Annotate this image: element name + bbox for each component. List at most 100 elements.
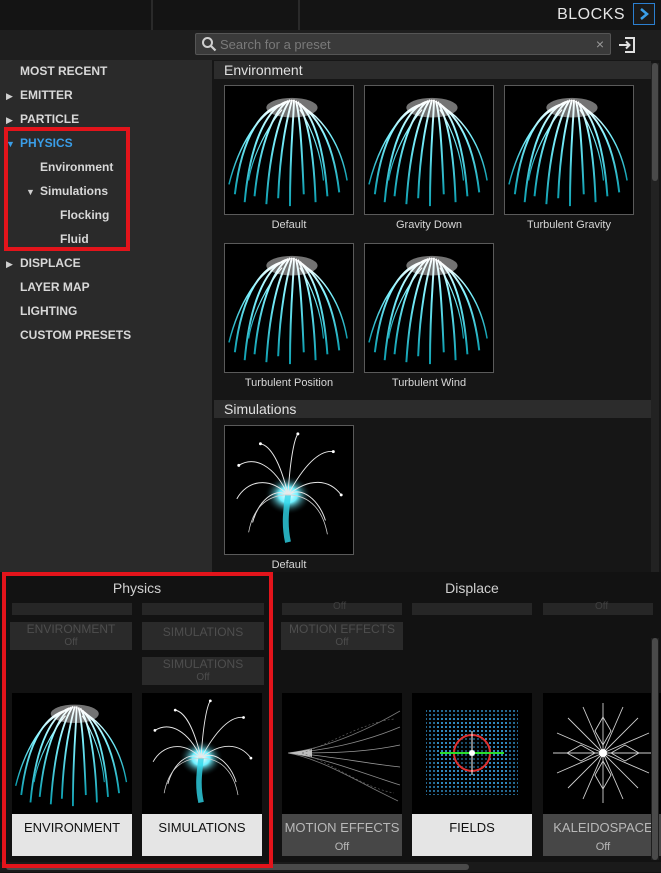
block-name: ENVIRONMENT <box>23 820 121 835</box>
tree-item-label: LAYER MAP <box>20 280 90 294</box>
ghost-state: Off <box>595 601 609 612</box>
block-simulations[interactable]: SIMULATIONS <box>142 693 262 856</box>
ghost-state: Off <box>333 601 347 612</box>
panel-title: BLOCKS <box>557 6 625 23</box>
divider <box>151 0 153 30</box>
scrollbar-thumb[interactable] <box>652 63 658 181</box>
preset-thumbnail[interactable] <box>224 85 354 215</box>
import-preset-icon[interactable] <box>617 35 637 55</box>
block-name: KALEIDOSPACE <box>553 820 653 835</box>
block-fields[interactable]: FIELDS <box>412 693 532 856</box>
preset-thumbnail[interactable] <box>504 85 634 215</box>
expand-arrow-icon: ▶ <box>6 91 13 101</box>
block-name: MOTION EFFECTS <box>284 820 400 835</box>
expand-arrow-icon: ▶ <box>6 115 13 125</box>
block-label: KALEIDOSPACE Off <box>543 814 661 856</box>
ghost-chip-label: ENVIRONMENT <box>26 622 116 636</box>
preset-label: Default <box>271 559 307 571</box>
collapse-arrow-icon: ▼ <box>6 139 15 149</box>
block-name: SIMULATIONS <box>158 820 246 835</box>
block-label: SIMULATIONS <box>142 814 262 856</box>
block-motion-effects[interactable]: MOTION EFFECTS Off <box>282 693 402 856</box>
tree-item-flocking[interactable]: Flocking <box>60 208 109 222</box>
ghost-chip-state: Off <box>64 637 78 648</box>
collapse-arrow-icon: ▼ <box>26 187 35 197</box>
scrollbar-thumb[interactable] <box>652 638 658 860</box>
block-environment[interactable]: ENVIRONMENT <box>12 693 132 856</box>
tree-item-displace[interactable]: ▶ DISPLACE <box>6 256 81 270</box>
preset-preview <box>227 96 349 208</box>
clear-search-icon[interactable]: × <box>596 36 604 52</box>
chevron-right-icon <box>640 8 649 20</box>
tree-item-label: EMITTER <box>20 88 73 102</box>
block-preview <box>412 693 532 814</box>
ghost-row <box>142 603 264 615</box>
divider <box>298 0 300 30</box>
fields-preview <box>426 709 518 795</box>
preset-label: Gravity Down <box>395 219 463 231</box>
blocks-vertical-scrollbar[interactable] <box>651 638 659 860</box>
category-physics: Physics <box>112 580 162 596</box>
category-displace: Displace <box>445 580 499 596</box>
tree-item-physics[interactable]: ▼ PHYSICS <box>6 136 73 150</box>
tree-item-label: LIGHTING <box>20 304 78 318</box>
search-input[interactable] <box>220 35 580 53</box>
block-label: MOTION EFFECTS Off <box>282 814 402 856</box>
ghost-chip-label: SIMULATIONS <box>162 657 244 671</box>
preset-thumbnail[interactable] <box>224 425 354 555</box>
ghost-row <box>12 603 132 615</box>
block-label: ENVIRONMENT <box>12 814 132 856</box>
tree-item-emitter[interactable]: ▶ EMITTER <box>6 88 73 102</box>
preset-thumbnail[interactable] <box>364 85 494 215</box>
preset-preview <box>367 96 489 208</box>
tree-item-fluid[interactable]: Fluid <box>60 232 89 246</box>
ghost-chip-state: Off <box>335 637 349 648</box>
expand-panel-button[interactable] <box>633 3 655 25</box>
tree-item-label: CUSTOM PRESETS <box>20 328 132 342</box>
preset-thumbnail[interactable] <box>364 243 494 373</box>
search-box[interactable]: × <box>195 33 611 55</box>
ghost-row <box>412 603 532 615</box>
tree-item-label: Simulations <box>40 184 109 198</box>
tree-item-simulations[interactable]: ▼ Simulations <box>26 184 108 198</box>
tree-item-label: Fluid <box>60 232 89 246</box>
ghost-chip: SIMULATIONS <box>142 622 264 650</box>
block-state: Off <box>595 841 611 853</box>
ghost-chip-label: SIMULATIONS <box>162 625 244 639</box>
ghost-chip-state: Off <box>196 672 210 683</box>
tree-item-label: Environment <box>40 160 114 174</box>
preset-label: Default <box>271 219 307 231</box>
block-preview <box>12 693 132 814</box>
search-icon <box>202 37 217 52</box>
kaleidoscope-preview <box>553 703 653 803</box>
block-preview <box>142 693 262 814</box>
blocks-horizontal-scrollbar[interactable] <box>0 862 661 872</box>
preset-thumbnail[interactable] <box>224 243 354 373</box>
tree-item-environment[interactable]: Environment <box>40 160 113 174</box>
tree-item-lighting[interactable]: LIGHTING <box>20 304 77 318</box>
tree-item-label: MOST RECENT <box>20 64 108 78</box>
tree-item-label: PHYSICS <box>20 136 73 150</box>
tree-item-layer-map[interactable]: LAYER MAP <box>20 280 90 294</box>
tree-item-particle[interactable]: ▶ PARTICLE <box>6 112 79 126</box>
ghost-chip-label: MOTION EFFECTS <box>289 622 395 636</box>
block-preview <box>543 693 661 814</box>
tree-item-label: DISPLACE <box>20 256 81 270</box>
block-kaleidospace[interactable]: KALEIDOSPACE Off <box>543 693 661 856</box>
scrollbar-thumb[interactable] <box>6 864 469 870</box>
tree-item-custom-presets[interactable]: CUSTOM PRESETS <box>20 328 131 342</box>
block-preview <box>282 693 402 814</box>
ghost-chip: ENVIRONMENT Off <box>10 622 132 650</box>
block-state: Off <box>334 841 350 853</box>
expand-arrow-icon: ▶ <box>6 259 13 269</box>
preset-grid-scrollbar[interactable] <box>651 63 659 572</box>
ghost-chip: SIMULATIONS Off <box>142 657 264 685</box>
tree-item-most-recent[interactable]: MOST RECENT <box>20 64 107 78</box>
ghost-chip: MOTION EFFECTS Off <box>281 622 403 650</box>
preset-label: Turbulent Wind <box>391 377 467 389</box>
tree-item-label: Flocking <box>60 208 110 222</box>
motion-streak-preview <box>287 710 401 802</box>
tree-item-label: PARTICLE <box>20 112 80 126</box>
section-header-simulations: Simulations <box>214 400 651 418</box>
preset-preview <box>507 96 629 208</box>
